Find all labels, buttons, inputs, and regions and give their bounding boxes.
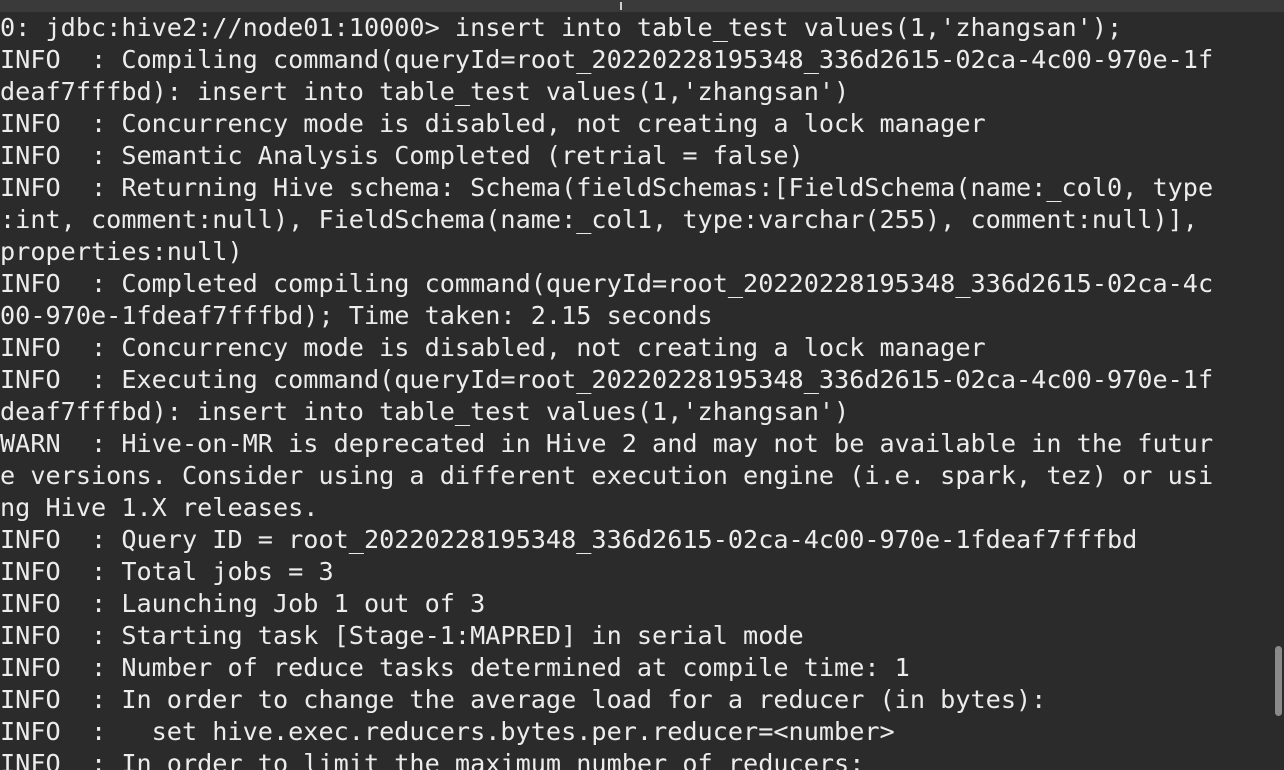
terminal-line: INFO : Starting task [Stage-1:MAPRED] in… <box>0 621 804 650</box>
terminal-line: INFO : Completed compiling command(query… <box>0 269 1214 298</box>
terminal-line: INFO : Query ID = root_20220228195348_33… <box>0 525 1138 554</box>
terminal-line: 0: jdbc:hive2://node01:10000> insert int… <box>0 13 1123 42</box>
terminal-line: INFO : Compiling command(queryId=root_20… <box>0 45 1214 74</box>
terminal-line: :int, comment:null), FieldSchema(name:_c… <box>0 205 1198 234</box>
terminal-line: INFO : In order to change the average lo… <box>0 685 1047 714</box>
terminal-line: 00-970e-1fdeaf7fffbd); Time taken: 2.15 … <box>0 301 713 330</box>
terminal-line: deaf7fffbd): insert into table_test valu… <box>0 77 850 106</box>
terminal-line: WARN : Hive-on-MR is deprecated in Hive … <box>0 429 1214 458</box>
terminal-line: deaf7fffbd): insert into table_test valu… <box>0 397 850 426</box>
terminal-line: INFO : Semantic Analysis Completed (retr… <box>0 141 804 170</box>
terminal-line: INFO : Executing command(queryId=root_20… <box>0 365 1214 394</box>
terminal-line: INFO : Concurrency mode is disabled, not… <box>0 333 986 362</box>
terminal-line: INFO : Total jobs = 3 <box>0 557 334 586</box>
terminal-line: ng Hive 1.X releases. <box>0 493 319 522</box>
terminal-line: INFO : In order to limit the maximum num… <box>0 749 865 770</box>
terminal-line: INFO : set hive.exec.reducers.bytes.per.… <box>0 717 895 746</box>
title-bar-marker <box>620 2 622 10</box>
terminal-output[interactable]: 0: jdbc:hive2://node01:10000> insert int… <box>0 12 1272 770</box>
vertical-scrollbar[interactable] <box>1272 12 1284 770</box>
terminal-line: INFO : Launching Job 1 out of 3 <box>0 589 486 618</box>
terminal-line: e versions. Consider using a different e… <box>0 461 1214 490</box>
terminal-line: INFO : Returning Hive schema: Schema(fie… <box>0 173 1214 202</box>
terminal-line: properties:null) <box>0 237 243 266</box>
terminal-window[interactable]: 0: jdbc:hive2://node01:10000> insert int… <box>0 0 1284 770</box>
terminal-line: INFO : Concurrency mode is disabled, not… <box>0 109 986 138</box>
terminal-line: INFO : Number of reduce tasks determined… <box>0 653 910 682</box>
terminal-title-bar <box>0 0 1284 12</box>
scrollbar-thumb[interactable] <box>1275 646 1282 716</box>
